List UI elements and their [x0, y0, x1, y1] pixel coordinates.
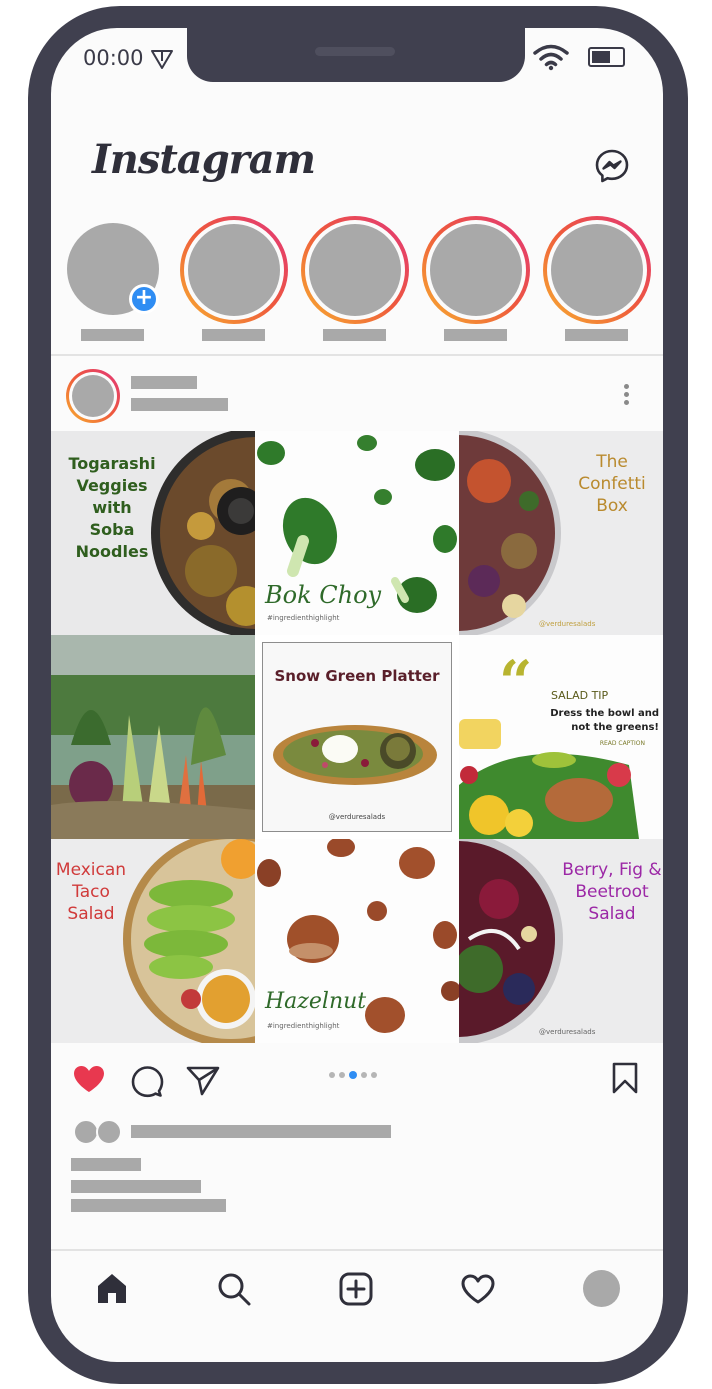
- carousel-dot: [339, 1072, 345, 1078]
- carousel-dot-active: [349, 1071, 357, 1079]
- activity-icon[interactable]: [460, 1273, 496, 1305]
- grid-tile-hazelnut: Hazelnut #ingredienthighlight: [255, 839, 459, 1043]
- phone-notch: [187, 22, 525, 82]
- more-options-icon[interactable]: [624, 384, 630, 408]
- new-post-icon[interactable]: [338, 1271, 374, 1307]
- comment-icon[interactable]: [130, 1064, 164, 1098]
- story-label-placeholder: [444, 329, 507, 341]
- platter-image: [273, 725, 437, 785]
- post-author-avatar[interactable]: [66, 369, 120, 423]
- story-label-placeholder: [565, 329, 628, 341]
- likes-text-placeholder[interactable]: [131, 1125, 391, 1138]
- post-image-grid[interactable]: Togarashi Veggies with Soba Noodles Bok …: [51, 431, 663, 1043]
- bottom-nav-divider: [51, 1249, 663, 1251]
- caption-username-placeholder[interactable]: [71, 1158, 141, 1171]
- heart-icon[interactable]: [72, 1064, 106, 1094]
- caption-line-placeholder: [71, 1199, 226, 1212]
- search-icon[interactable]: [216, 1271, 252, 1307]
- grid-tile-vegetables: [51, 635, 255, 839]
- post-username-placeholder[interactable]: [131, 376, 197, 389]
- caption-line-placeholder: [71, 1180, 201, 1193]
- grid-tile-confetti-box: The Confetti Box @verduresalads: [459, 431, 663, 635]
- fresh-vegetables-photo: [51, 635, 255, 839]
- post-location-placeholder: [131, 398, 228, 411]
- app-logo[interactable]: Instagram: [92, 136, 316, 183]
- grid-tile-berry-fig-beetroot: Berry, Fig & Beetroot Salad @verduresala…: [459, 839, 663, 1043]
- grid-tile-snow-green-platter: Snow Green Platter @verduresalads: [255, 635, 459, 839]
- messenger-icon[interactable]: [594, 148, 630, 184]
- story-item[interactable]: [301, 216, 409, 324]
- story-label-placeholder: [323, 329, 386, 341]
- status-time: 00:00: [83, 46, 144, 70]
- liked-by-avatar[interactable]: [96, 1119, 122, 1145]
- story-item[interactable]: [180, 216, 288, 324]
- bookmark-icon[interactable]: [611, 1062, 639, 1094]
- salad-tip-image: [459, 719, 639, 839]
- battery-icon: [588, 47, 625, 67]
- carousel-dot: [371, 1072, 377, 1078]
- story-item[interactable]: [422, 216, 530, 324]
- carousel-indicator: [329, 1071, 377, 1079]
- grid-tile-bok-choy: Bok Choy #ingredienthighlight: [255, 431, 459, 635]
- story-item[interactable]: [543, 216, 651, 324]
- profile-avatar[interactable]: [583, 1270, 620, 1307]
- share-icon[interactable]: [186, 1064, 220, 1096]
- home-icon[interactable]: [95, 1271, 129, 1305]
- carousel-dot: [361, 1072, 367, 1078]
- grid-tile-salad-tip: “ SALAD TIP Dress the bowl and not the g…: [459, 635, 663, 839]
- add-story-button[interactable]: +: [129, 284, 159, 314]
- carousel-dot: [329, 1072, 335, 1078]
- navigation-arrow-icon: [151, 50, 173, 69]
- grid-tile-mexican-taco-salad: Mexican Taco Salad: [51, 839, 255, 1043]
- story-label-placeholder: [202, 329, 265, 341]
- grid-tile-togarashi: Togarashi Veggies with Soba Noodles: [51, 431, 255, 635]
- story-label-placeholder: [81, 329, 144, 341]
- wifi-icon: [533, 44, 569, 71]
- stories-divider: [51, 354, 663, 356]
- speaker-grille: [315, 47, 395, 56]
